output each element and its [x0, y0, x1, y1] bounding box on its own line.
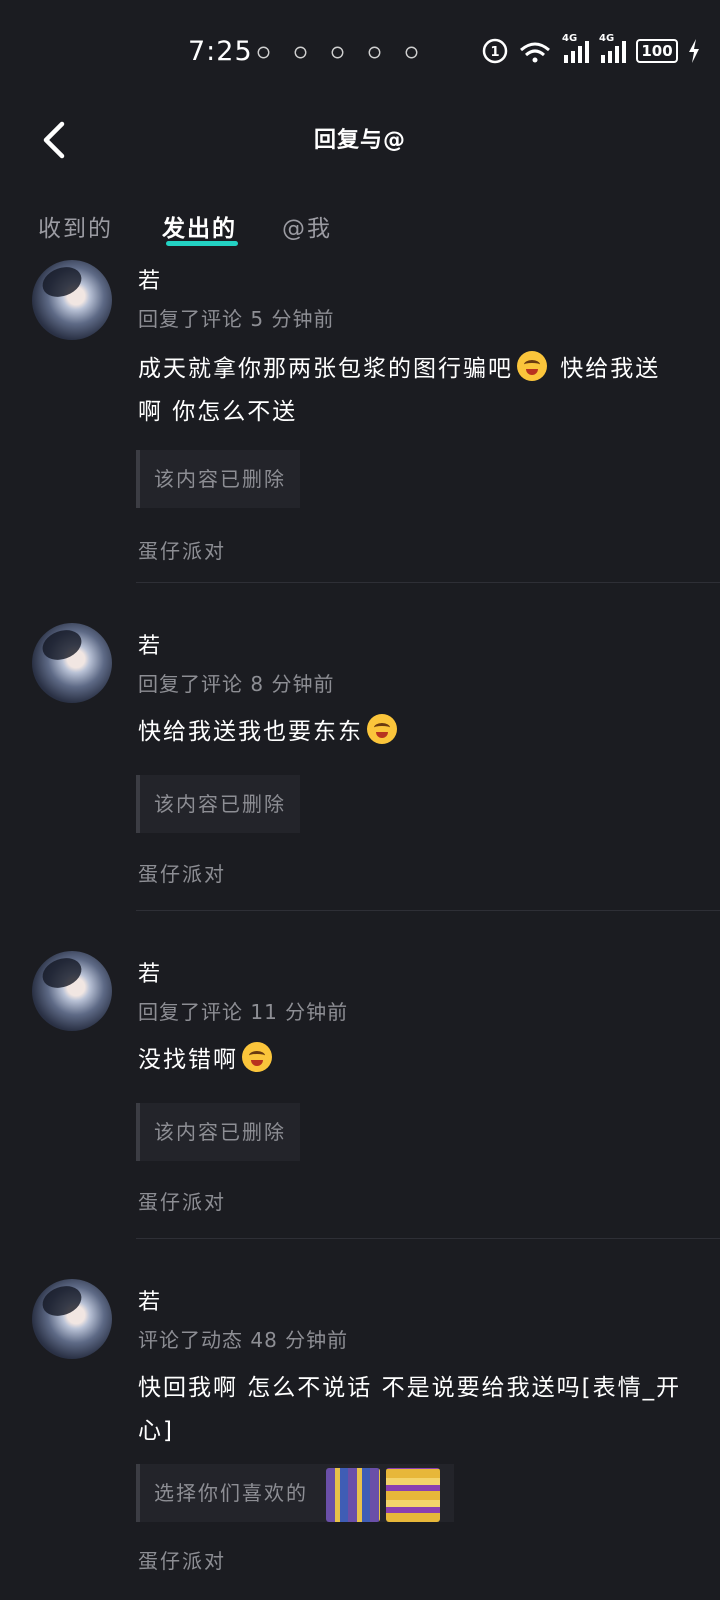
header: 回复与@ — [0, 100, 720, 180]
smile-emoji-icon — [242, 1042, 272, 1072]
qq-notification-icon — [405, 46, 418, 59]
reply-meta: 回复了评论 11 分钟前 — [138, 996, 348, 1025]
time-ago: 5 分钟前 — [250, 307, 335, 331]
smile-emoji-icon — [367, 714, 397, 744]
list-item[interactable]: 若 回复了评论 11 分钟前 没找错啊 该内容已删除 蛋仔派对 — [0, 911, 720, 1239]
status-bar: 7:25 1 4G 4G 100 — [0, 0, 720, 100]
tab-mentions[interactable]: @我 — [282, 209, 332, 243]
app-notification-icon — [331, 46, 344, 59]
reply-list: 若 回复了评论 5 分钟前 成天就拿你那两张包浆的图行骗吧 快给我送啊 你怎么不… — [0, 255, 720, 1599]
wifi-icon — [520, 42, 550, 63]
hd-call-icon: 1 — [482, 38, 508, 64]
tiktok-notification-icon — [294, 46, 307, 59]
action-text: 回复了评论 — [138, 307, 243, 331]
time-ago: 48 分钟前 — [250, 1328, 349, 1352]
signal-icon: 4G — [599, 33, 626, 63]
app-notification-icon — [257, 46, 270, 59]
smile-emoji-icon — [517, 351, 547, 381]
tab-bar: 收到的 发出的 @我 — [0, 205, 720, 255]
signal-icon: 4G — [562, 33, 589, 63]
tab-received[interactable]: 收到的 — [38, 209, 113, 243]
page-title: 回复与@ — [313, 128, 406, 153]
quoted-post[interactable]: 选择你们喜欢的 — [136, 1464, 455, 1522]
active-tab-indicator — [166, 241, 238, 246]
time-ago: 11 分钟前 — [250, 1000, 349, 1024]
list-item[interactable]: 若 评论了动态 48 分钟前 快回我啊 怎么不说话 不是说要给我送吗[表情_开心… — [0, 1239, 720, 1599]
charging-icon — [689, 39, 699, 63]
quoted-comment[interactable]: 该内容已删除 — [136, 1103, 300, 1161]
reply-text: 快回我啊 怎么不说话 不是说要给我送吗[表情_开心] — [138, 1375, 682, 1444]
time-ago: 8 分钟前 — [250, 672, 335, 696]
quoted-comment[interactable]: 该内容已删除 — [136, 775, 300, 833]
user-name[interactable]: 若 — [138, 263, 160, 295]
reply-meta: 回复了评论 5 分钟前 — [138, 303, 334, 332]
source-name[interactable]: 蛋仔派对 — [138, 535, 226, 564]
avatar[interactable] — [32, 623, 112, 703]
tab-sent[interactable]: 发出的 — [162, 209, 237, 243]
source-name[interactable]: 蛋仔派对 — [138, 858, 226, 887]
avatar[interactable] — [32, 1279, 112, 1359]
reply-meta: 回复了评论 8 分钟前 — [138, 668, 334, 697]
game-notification-icon — [368, 46, 381, 59]
action-text: 评论了动态 — [138, 1328, 243, 1352]
system-icons: 1 4G 4G 100 — [482, 33, 700, 64]
reply-text: 没找错啊 — [138, 1039, 683, 1082]
status-time: 7:25 — [188, 36, 253, 67]
post-image-thumbnail[interactable] — [386, 1467, 441, 1522]
avatar[interactable] — [32, 951, 112, 1031]
avatar[interactable] — [32, 260, 112, 340]
reply-meta: 评论了动态 48 分钟前 — [138, 1324, 348, 1353]
svg-text:1: 1 — [490, 45, 499, 60]
action-text: 回复了评论 — [138, 1000, 243, 1024]
battery-icon: 100 — [636, 39, 678, 63]
reply-text: 成天就拿你那两张包浆的图行骗吧 快给我送啊 你怎么不送 — [138, 348, 683, 434]
user-name[interactable]: 若 — [138, 628, 160, 660]
notification-icons — [255, 44, 420, 61]
list-item[interactable]: 若 回复了评论 8 分钟前 快给我送我也要东东 该内容已删除 蛋仔派对 — [0, 583, 720, 911]
list-item[interactable]: 若 回复了评论 5 分钟前 成天就拿你那两张包浆的图行骗吧 快给我送啊 你怎么不… — [0, 255, 720, 583]
post-image-thumbnail[interactable] — [326, 1467, 381, 1522]
action-text: 回复了评论 — [138, 672, 243, 696]
user-name[interactable]: 若 — [138, 1284, 160, 1316]
reply-text: 快给我送我也要东东 — [138, 711, 683, 754]
source-name[interactable]: 蛋仔派对 — [138, 1545, 226, 1574]
user-name[interactable]: 若 — [138, 956, 160, 988]
post-thumbnails[interactable] — [326, 1467, 441, 1522]
source-name[interactable]: 蛋仔派对 — [138, 1186, 226, 1215]
quoted-comment[interactable]: 该内容已删除 — [136, 450, 300, 508]
